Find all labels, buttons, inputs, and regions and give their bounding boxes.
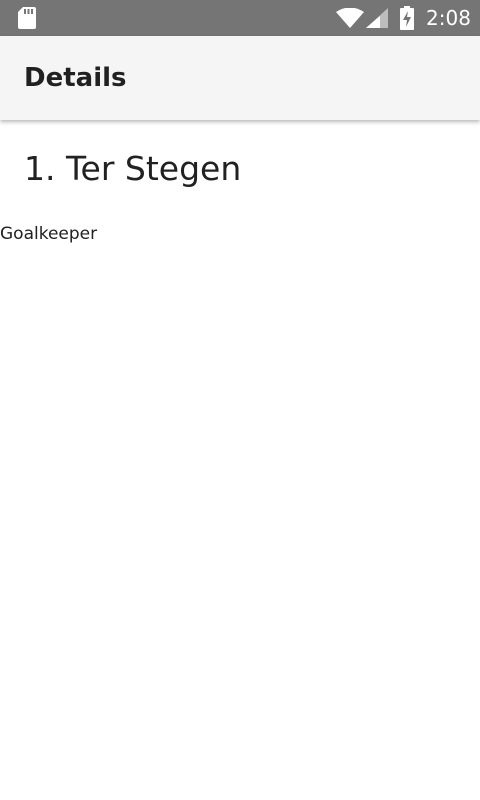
sd-card-icon bbox=[17, 7, 37, 29]
status-clock: 2:08 bbox=[426, 6, 471, 30]
page-title: Details bbox=[24, 63, 127, 93]
battery-charging-icon bbox=[400, 6, 414, 30]
status-bar: 2:08 bbox=[0, 0, 480, 36]
player-position: Goalkeeper bbox=[0, 224, 98, 244]
player-name: 1. Ter Stegen bbox=[24, 149, 242, 188]
wifi-icon bbox=[336, 7, 364, 28]
app-bar: Details bbox=[0, 36, 480, 120]
signal-icon bbox=[366, 8, 388, 28]
